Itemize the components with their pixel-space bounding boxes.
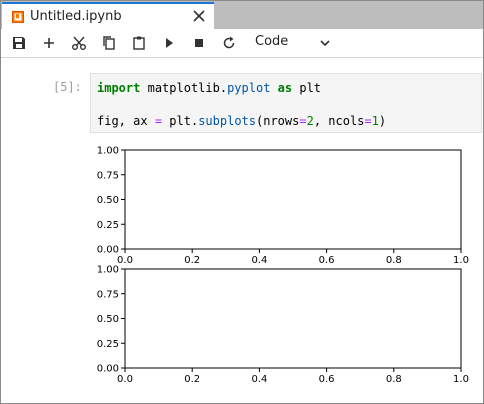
x-tick-label: 0.6 bbox=[319, 255, 335, 266]
save-icon[interactable] bbox=[11, 35, 27, 51]
tab-untitled[interactable]: Untitled.ipynb bbox=[2, 2, 214, 29]
y-tick-label: 0.50 bbox=[97, 314, 119, 325]
cell-prompt: [5]: bbox=[53, 80, 82, 94]
x-tick-label: 0.4 bbox=[251, 374, 267, 385]
close-icon[interactable] bbox=[192, 9, 206, 23]
axes-frame bbox=[124, 149, 462, 250]
copy-icon[interactable] bbox=[101, 35, 117, 51]
chevron-down-icon bbox=[320, 40, 330, 47]
code-cell-input[interactable]: import matplotlib.pyplot as plt fig, ax … bbox=[90, 73, 482, 133]
y-tick-label: 0.50 bbox=[97, 195, 119, 206]
scissors-icon[interactable] bbox=[71, 35, 87, 51]
x-tick-label: 1.0 bbox=[453, 255, 469, 266]
subplots-figure: 0.0 0.2 0.4 0.6 0.8 1.00.000.250.500.751.000.… bbox=[97, 146, 469, 386]
tab-title: Untitled.ipynb bbox=[30, 9, 122, 24]
notebook-toolbar: Code bbox=[1, 29, 483, 58]
y-tick-label: 1.00 bbox=[97, 265, 119, 276]
notebook-window: Untitled.ipynb Code [5]: import matplotl… bbox=[0, 0, 484, 404]
subplot-axes-1: 0.0 0.2 0.4 0.6 0.8 1.0 0.00 0.25 0.50 0.75 1.00 bbox=[97, 146, 469, 267]
y-tick-label: 0.00 bbox=[97, 245, 119, 256]
y-tick-label: 0.25 bbox=[97, 220, 119, 231]
x-tick-label: 0.8 bbox=[386, 374, 402, 385]
x-tick-label: 0.0 bbox=[117, 374, 133, 385]
play-icon[interactable] bbox=[161, 35, 177, 51]
code-line-2: fig, ax = plt.subplots(nrows=2, ncols=1) bbox=[97, 114, 387, 128]
tab-bar: Untitled.ipynb bbox=[1, 1, 483, 29]
x-tick-label: 0.2 bbox=[184, 255, 200, 266]
axes-frame bbox=[124, 268, 462, 369]
paste-icon[interactable] bbox=[131, 35, 147, 51]
stop-icon[interactable] bbox=[191, 35, 207, 51]
cell-output: 0.0 0.2 0.4 0.6 0.8 1.0 0.00 0.25 0.50 0.75 1.00 0.… bbox=[89, 141, 479, 391]
y-tick-label: 1.00 bbox=[97, 146, 119, 157]
restart-icon[interactable] bbox=[221, 35, 237, 51]
x-tick-label: 0.6 bbox=[319, 374, 335, 385]
x-tick-label: 1.0 bbox=[453, 374, 469, 385]
notebook-icon bbox=[12, 11, 24, 23]
cell-type-label: Code bbox=[255, 34, 289, 49]
x-tick-label: 0.4 bbox=[251, 255, 267, 266]
subplot-axes-2: 0.0 0.2 0.4 0.6 0.8 1.0 0.00 0.25 0.50 0.75 1.00 bbox=[97, 265, 469, 386]
y-tick-label: 0.25 bbox=[97, 339, 119, 350]
plus-icon[interactable] bbox=[41, 35, 57, 51]
y-tick-label: 0.75 bbox=[97, 289, 119, 300]
y-tick-label: 0.00 bbox=[97, 364, 119, 375]
x-tick-label: 0.0 bbox=[117, 255, 133, 266]
code-line-1: import matplotlib.pyplot as plt bbox=[97, 81, 322, 95]
cell-type-dropdown[interactable]: Code bbox=[253, 34, 333, 52]
x-tick-label: 0.8 bbox=[386, 255, 402, 266]
y-tick-label: 0.75 bbox=[97, 170, 119, 181]
x-tick-label: 0.2 bbox=[184, 374, 200, 385]
